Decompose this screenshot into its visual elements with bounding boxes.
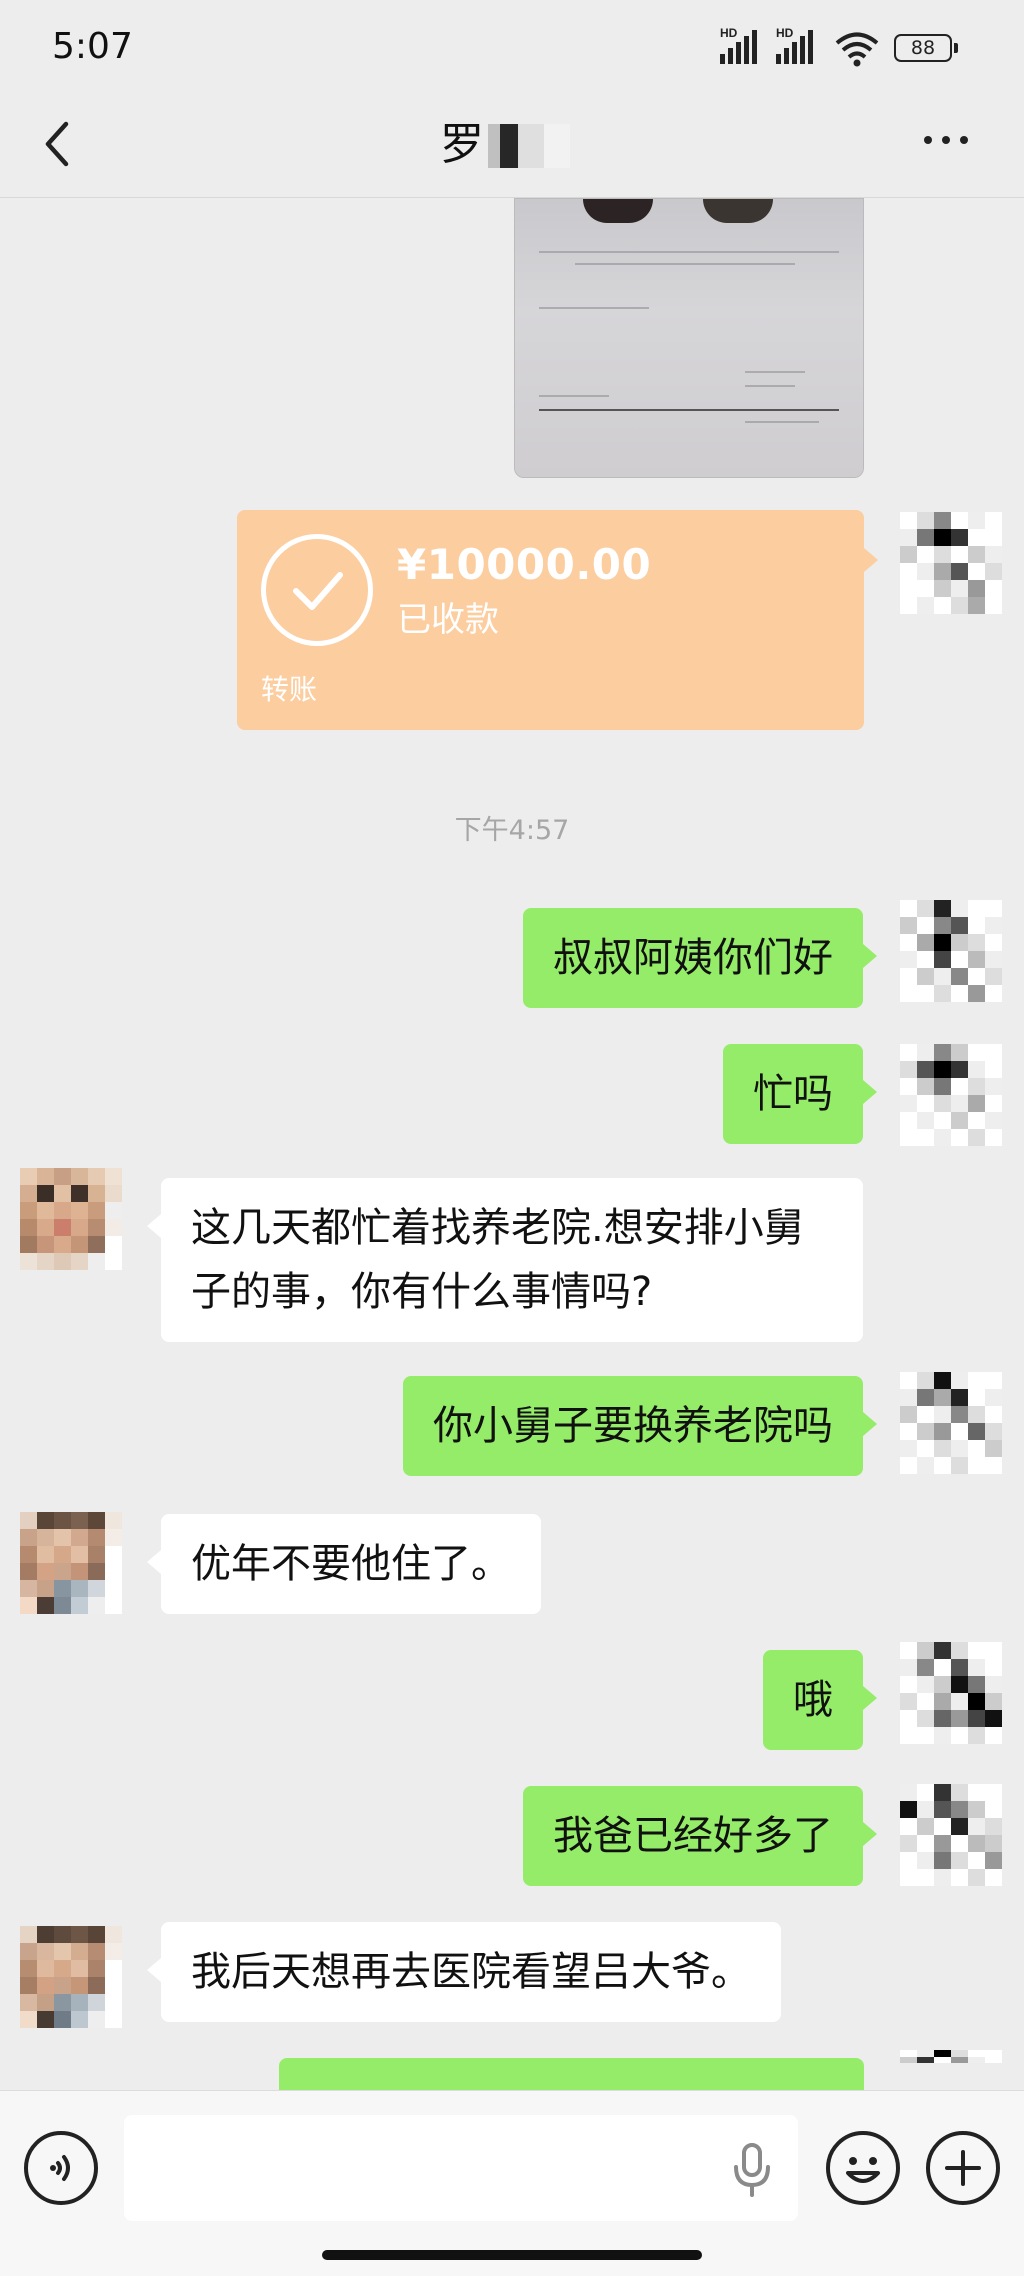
timestamp: 下午4:57: [454, 815, 570, 846]
home-indicator[interactable]: [322, 2250, 702, 2260]
sent-message[interactable]: 哦: [763, 1650, 877, 1750]
contact-avatar[interactable]: [20, 1168, 122, 1270]
my-avatar[interactable]: [900, 1784, 1002, 1886]
wifi-icon: [835, 32, 879, 67]
signal-2-icon: HD: [776, 26, 826, 64]
sent-message[interactable]: 叔叔阿姨你们好: [523, 908, 877, 1008]
plus-icon[interactable]: [926, 2131, 1000, 2205]
my-avatar[interactable]: [900, 1642, 1002, 1744]
emoji-icon[interactable]: [826, 2131, 900, 2205]
back-icon[interactable]: [38, 116, 78, 172]
received-message[interactable]: 这几天都忙着找养老院.想安排小舅子的事，你有什么事情吗?: [147, 1178, 863, 1342]
voice-mode-icon[interactable]: [24, 2131, 98, 2205]
contact-avatar[interactable]: [20, 1512, 122, 1614]
sent-message[interactable]: 我爸已经好多了: [523, 1786, 877, 1886]
mic-icon[interactable]: [730, 2141, 774, 2197]
my-avatar[interactable]: [900, 512, 1002, 614]
message-input[interactable]: [124, 2115, 798, 2221]
contact-avatar[interactable]: [20, 1926, 122, 2028]
status-bar: 5:07 HD HD 88: [0, 0, 1024, 90]
signal-1-icon: HD: [720, 26, 770, 64]
chat-header: 罗: [0, 90, 1024, 198]
name-mosaic: [488, 124, 570, 168]
transfer-label: 转账: [261, 673, 318, 706]
received-message[interactable]: 我后天想再去医院看望吕大爷。: [147, 1922, 781, 2022]
transfer-status: 已收款: [397, 600, 499, 640]
chat-title: 罗: [440, 119, 484, 170]
my-avatar[interactable]: [900, 900, 1002, 1002]
my-avatar[interactable]: [900, 1044, 1002, 1146]
my-avatar[interactable]: [900, 1372, 1002, 1474]
more-icon[interactable]: [924, 130, 980, 150]
sent-message[interactable]: 你小舅子要换养老院吗: [403, 1376, 877, 1476]
check-icon: [261, 534, 373, 646]
input-bar: [0, 2090, 1024, 2276]
status-time: 5:07: [52, 26, 133, 67]
transfer-card[interactable]: ¥10000.00 已收款 转账: [237, 510, 878, 730]
received-message[interactable]: 优年不要他住了。: [147, 1514, 541, 1614]
my-avatar[interactable]: [900, 2050, 1002, 2090]
sent-message[interactable]: 忙吗: [723, 1044, 877, 1144]
transfer-amount: ¥10000.00: [397, 540, 652, 589]
battery-indicator: 88: [894, 34, 958, 62]
image-message[interactable]: [514, 198, 864, 478]
